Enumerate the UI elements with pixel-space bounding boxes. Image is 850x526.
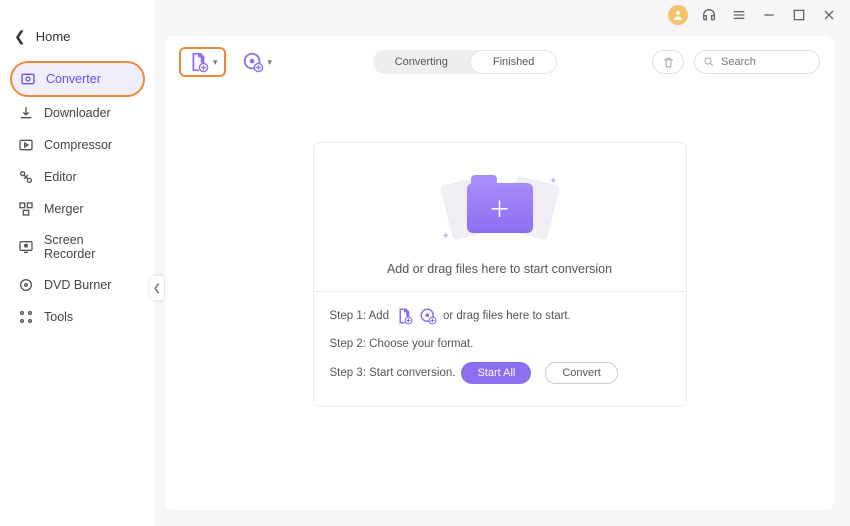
trash-button[interactable]: [652, 50, 684, 74]
collapse-sidebar-handle[interactable]: ❮: [150, 276, 164, 300]
menu-icon[interactable]: [730, 6, 748, 24]
main-area: ▾ ▾ Converting Finished: [155, 0, 850, 526]
sidebar-item-label: Editor: [44, 170, 77, 184]
home-row[interactable]: ❮ Home: [0, 28, 155, 61]
trash-icon: [662, 56, 675, 69]
plus-icon: ＋: [488, 192, 510, 224]
sidebar-item-label: Downloader: [44, 106, 111, 120]
add-file-icon[interactable]: [395, 307, 413, 325]
step-1: Step 1: Add or drag files here: [330, 306, 670, 326]
sidebar-item-tools[interactable]: Tools: [10, 301, 145, 333]
merger-icon: [18, 201, 34, 217]
sidebar-item-converter[interactable]: Converter: [10, 61, 145, 97]
tools-icon: [18, 309, 34, 325]
search-wrap[interactable]: [694, 50, 820, 74]
add-dvd-icon: [242, 51, 264, 73]
folder-illustration: ✦ ✦ ＋: [440, 168, 560, 248]
back-icon[interactable]: ❮: [14, 28, 26, 45]
avatar[interactable]: [668, 5, 688, 25]
editor-icon: [18, 169, 34, 185]
chevron-down-icon: ▾: [268, 57, 273, 68]
nav-list: Converter Downloader Compressor Editor M…: [0, 61, 155, 333]
step-3: Step 3: Start conversion. Start All Conv…: [330, 362, 670, 384]
tab-converting[interactable]: Converting: [373, 50, 470, 74]
search-icon: [703, 56, 715, 68]
drop-upper[interactable]: ✦ ✦ ＋ Add or drag files here to start co…: [314, 143, 686, 291]
search-input[interactable]: [721, 56, 811, 68]
drop-card: ✦ ✦ ＋ Add or drag files here to start co…: [313, 142, 687, 407]
sidebar-item-dvd-burner[interactable]: DVD Burner: [10, 269, 145, 301]
close-icon[interactable]: [820, 6, 838, 24]
add-dvd-button[interactable]: ▾: [236, 47, 279, 77]
converter-icon: [20, 71, 36, 87]
support-icon[interactable]: [700, 6, 718, 24]
tab-finished[interactable]: Finished: [471, 51, 557, 73]
minimize-icon[interactable]: [760, 6, 778, 24]
home-label: Home: [36, 29, 71, 44]
sidebar-item-downloader[interactable]: Downloader: [10, 97, 145, 129]
download-icon: [18, 105, 34, 121]
add-file-button[interactable]: ▾: [179, 47, 226, 77]
sidebar-item-compressor[interactable]: Compressor: [10, 129, 145, 161]
sidebar-item-label: Merger: [44, 202, 84, 216]
toolbar: ▾ ▾ Converting Finished: [165, 36, 834, 80]
chevron-down-icon: ▾: [213, 57, 218, 68]
convert-button[interactable]: Convert: [545, 362, 618, 384]
status-segmented: Converting Finished: [373, 50, 558, 74]
content-panel: ▾ ▾ Converting Finished: [165, 36, 834, 510]
sidebar: ❮ Home Converter Downloader Compressor: [0, 0, 155, 526]
add-dvd-icon[interactable]: [419, 307, 437, 325]
sidebar-item-label: Converter: [46, 72, 101, 86]
screen-recorder-icon: [18, 239, 34, 255]
add-file-icon: [187, 51, 209, 73]
drop-zone-area: ✦ ✦ ＋ Add or drag files here to start co…: [165, 80, 834, 510]
drop-main-text: Add or drag files here to start conversi…: [387, 262, 612, 276]
step-1-prefix: Step 1: Add: [330, 310, 389, 322]
sidebar-item-editor[interactable]: Editor: [10, 161, 145, 193]
sidebar-item-label: Compressor: [44, 138, 112, 152]
sidebar-item-merger[interactable]: Merger: [10, 193, 145, 225]
dvd-icon: [18, 277, 34, 293]
step-1-suffix: or drag files here to start.: [443, 310, 571, 322]
sidebar-item-label: Tools: [44, 310, 73, 324]
sidebar-item-label: DVD Burner: [44, 278, 111, 292]
sidebar-item-label: Screen Recorder: [44, 233, 137, 261]
sidebar-item-screen-recorder[interactable]: Screen Recorder: [10, 225, 145, 269]
steps-area: Step 1: Add or drag files here: [314, 291, 686, 406]
compressor-icon: [18, 137, 34, 153]
maximize-icon[interactable]: [790, 6, 808, 24]
start-all-button[interactable]: Start All: [461, 362, 531, 384]
step-2: Step 2: Choose your format.: [330, 334, 670, 354]
titlebar: [155, 0, 850, 30]
